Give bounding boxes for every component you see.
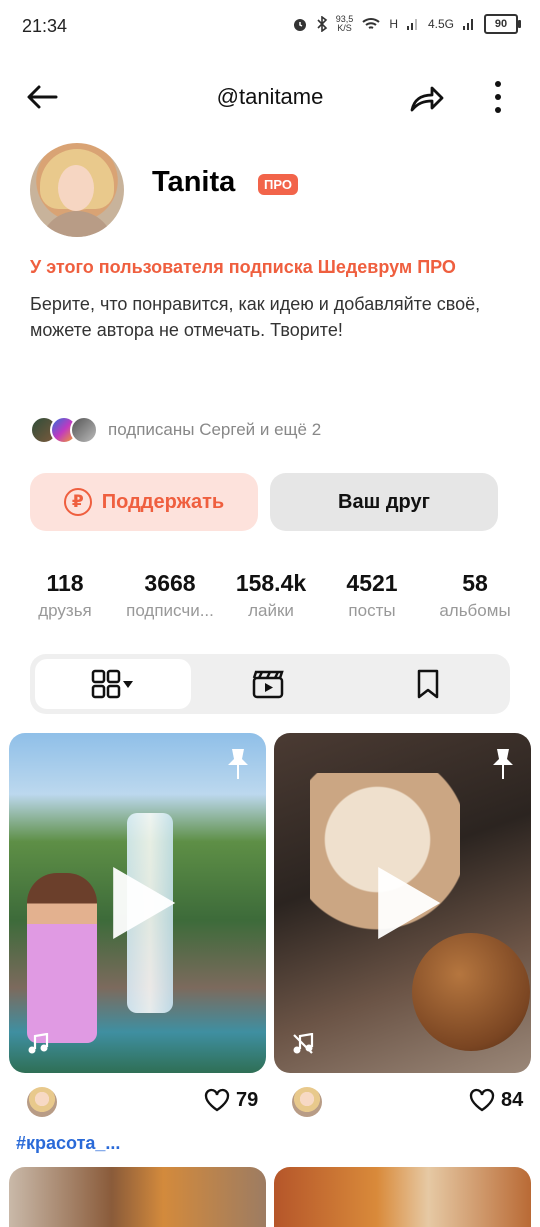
stat-label: друзья (38, 601, 92, 620)
profile-bio: Берите, что понравится, как идею и добав… (30, 294, 481, 340)
wifi-icon (362, 18, 380, 29)
likes-count: 84 (501, 1088, 524, 1111)
support-label: Поддержать (101, 490, 225, 513)
follower-avatar (70, 416, 98, 444)
likes-count: 79 (236, 1088, 259, 1111)
network-speed-unit: K/S (337, 23, 352, 33)
post-card[interactable] (274, 1167, 531, 1227)
battery-icon: 90 (484, 14, 521, 34)
status-time: 21:34 (22, 16, 68, 36)
post-image-detail (27, 873, 97, 1043)
stat-value: 3668 (144, 570, 196, 596)
support-button[interactable]: ₽ Поддержать (30, 473, 258, 531)
network-speed: 93,5 K/S (336, 15, 354, 33)
post-card[interactable] (9, 733, 266, 1073)
music-note-icon (28, 1033, 49, 1054)
stat-friends[interactable]: 118 друзья (30, 570, 100, 621)
subscription-notice[interactable]: У этого пользователя подписка Шедеврум П… (30, 257, 456, 278)
content-tabs (30, 654, 510, 714)
mutual-followers-text: подписаны Сергей и ещё 2 (108, 420, 322, 439)
avatar (292, 1087, 322, 1117)
play-icon (377, 867, 440, 939)
bluetooth-icon (317, 16, 327, 32)
heart-icon (204, 1088, 230, 1112)
mutual-followers[interactable]: подписаны Сергей и ещё 2 (30, 416, 321, 444)
share-icon (410, 86, 444, 112)
post-hashtag[interactable]: #красота_... (16, 1133, 120, 1154)
bookmark-icon (417, 669, 439, 699)
ruble-icon: ₽ (63, 488, 92, 516)
stat-likes[interactable]: 158.4k лайки (226, 570, 316, 621)
stat-value: 4521 (346, 570, 398, 596)
stat-label: альбомы (439, 601, 511, 620)
stat-albums[interactable]: 58 альбомы (430, 570, 520, 621)
stat-label: лайки (248, 601, 294, 620)
friend-button[interactable]: Ваш друг (270, 473, 498, 531)
more-options-button[interactable] (484, 78, 512, 118)
post-image-detail (412, 933, 530, 1051)
more-vertical-icon (495, 81, 501, 113)
stat-value: 118 (46, 570, 84, 596)
signal-icon-2 (463, 19, 473, 30)
pro-badge: ПРО (258, 174, 298, 195)
grid-icon (91, 669, 121, 699)
post-card[interactable] (9, 1167, 266, 1227)
tab-grid[interactable] (35, 659, 191, 709)
play-icon (112, 867, 175, 939)
caret-down-icon (123, 681, 133, 688)
battery-level: 90 (494, 18, 508, 30)
signal-icon (406, 19, 417, 30)
avatar (27, 1087, 57, 1117)
status-icons: 93,5 K/S H 4.5G 90 (292, 14, 521, 34)
profile-username: @tanitame (216, 84, 324, 109)
stat-label: подписчи... (126, 601, 214, 620)
profile-avatar[interactable] (30, 143, 124, 237)
stat-label: посты (348, 601, 396, 620)
stat-value: 158.4k (235, 570, 307, 596)
stat-posts[interactable]: 4521 посты (332, 570, 412, 621)
music-off-icon (293, 1033, 314, 1054)
share-button[interactable] (406, 78, 446, 118)
post-likes[interactable]: 84 (469, 1088, 523, 1112)
tab-videos[interactable] (230, 664, 306, 704)
heart-icon (469, 1088, 495, 1112)
pin-icon (493, 749, 513, 779)
pin-icon (228, 749, 248, 779)
profile-name: Tanita (152, 166, 236, 198)
tab-saved[interactable] (390, 664, 466, 704)
alarm-icon (293, 19, 306, 31)
signal-type-1: H (389, 17, 398, 31)
clapperboard-icon (252, 670, 284, 699)
signal-type-2: 4.5G (427, 17, 454, 31)
post-author-avatar[interactable] (292, 1087, 322, 1117)
post-likes[interactable]: 79 (204, 1088, 258, 1112)
post-author-avatar[interactable] (27, 1087, 57, 1117)
stat-value: 58 (462, 570, 488, 596)
post-card[interactable] (274, 733, 531, 1073)
stat-subscribers[interactable]: 3668 подписчи... (114, 570, 226, 621)
